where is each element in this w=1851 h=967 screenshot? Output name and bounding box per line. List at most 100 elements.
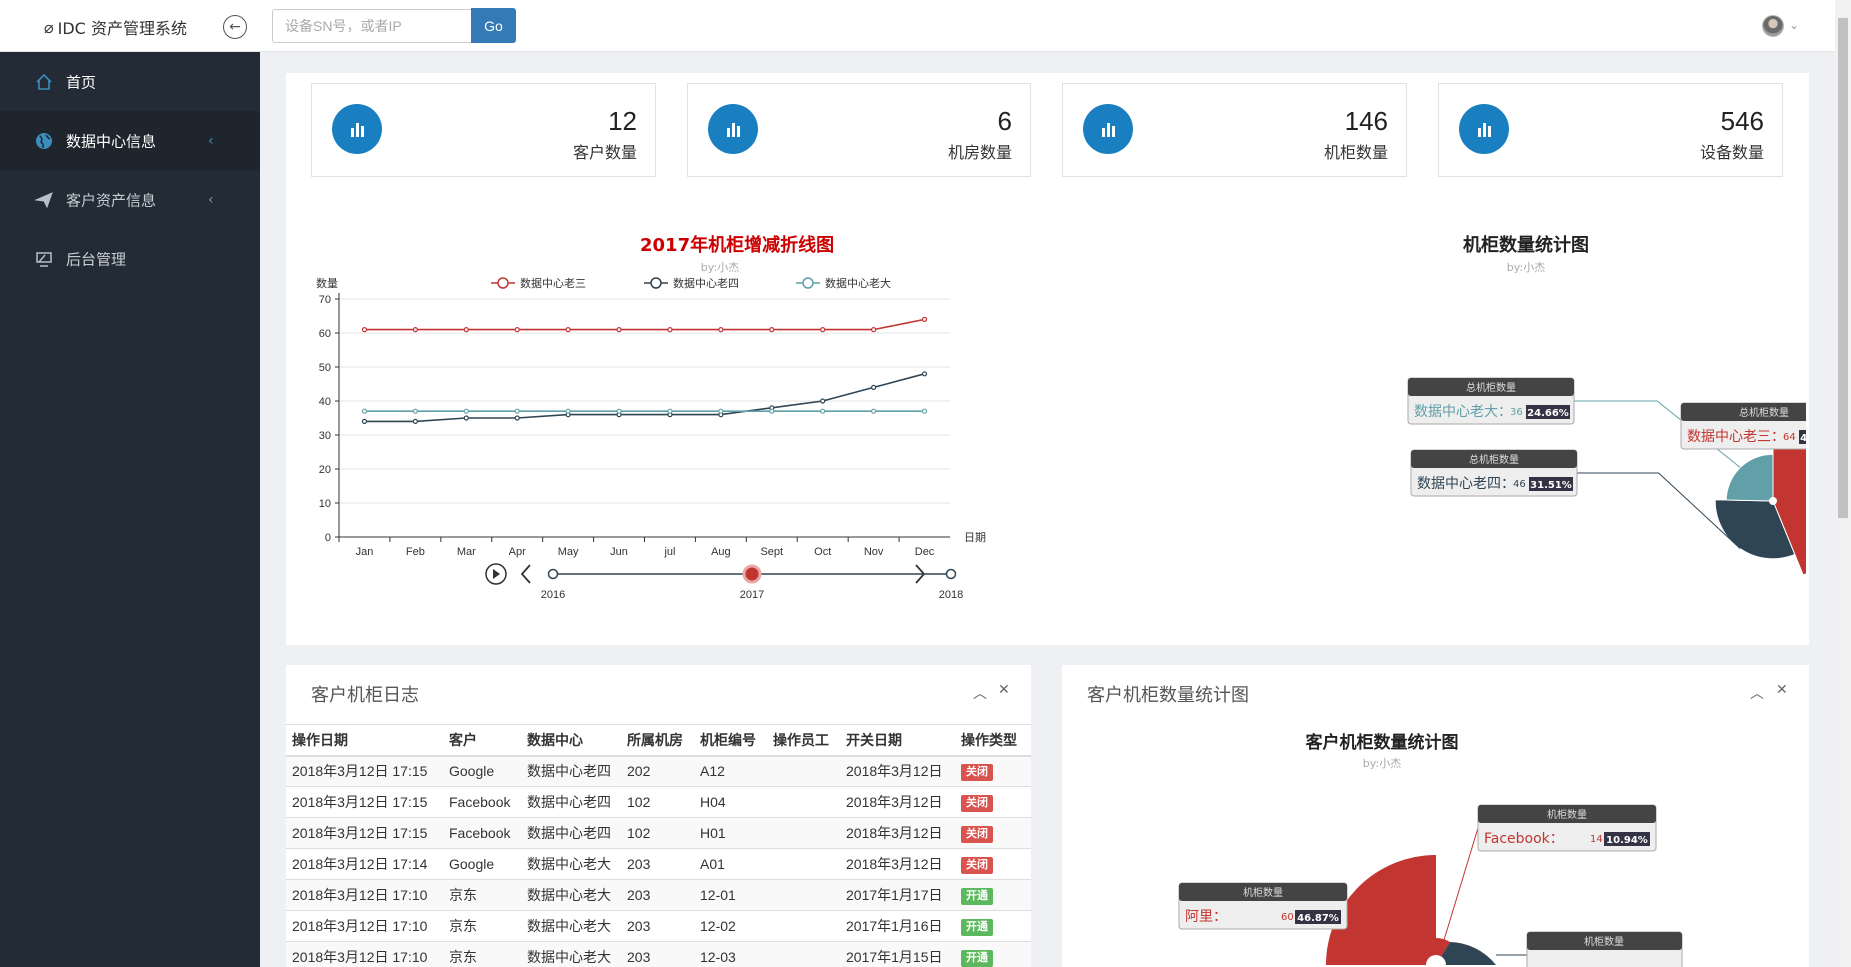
data-point[interactable] <box>921 371 928 377</box>
data-point[interactable] <box>667 408 673 414</box>
table-row[interactable]: 2018年3月12日 17:10 京东 数据中心老大 203 12-02 2017年1月1… <box>286 910 1031 942</box>
stat-label: 客户数量 <box>572 143 637 162</box>
series-line <box>364 318 925 331</box>
column-header[interactable]: 开关日期 <box>840 724 955 757</box>
page-scrollbar[interactable] <box>1835 0 1851 967</box>
legend-label[interactable]: 数据中心老四 <box>673 276 739 290</box>
timeline-label[interactable]: 2018 <box>939 589 963 601</box>
table-row[interactable]: 2018年3月12日 17:10 京东 数据中心老大 203 12-01 2017年1月1… <box>286 879 1031 911</box>
pie-slice[interactable] <box>1725 453 1774 502</box>
data-point[interactable] <box>463 415 469 421</box>
table-cell: 203 <box>621 941 694 967</box>
data-point[interactable] <box>565 326 571 333</box>
search-input[interactable] <box>272 9 471 43</box>
timeline-point[interactable] <box>547 568 559 580</box>
table-row[interactable]: 2018年3月12日 17:10 京东 数据中心老大 203 12-03 2017年1月1… <box>286 941 1031 967</box>
table-cell: 京东 <box>443 879 521 911</box>
data-point[interactable] <box>718 326 724 333</box>
data-point[interactable] <box>921 316 928 323</box>
table-cell: 2018年3月12日 17:15 <box>286 755 443 787</box>
data-point[interactable] <box>463 326 469 333</box>
bar-chart-icon <box>708 104 758 154</box>
customer-chart-title: 客户机柜数量统计图 <box>1305 733 1459 753</box>
data-point[interactable] <box>820 326 826 333</box>
x-tick-label: Dec <box>915 546 935 558</box>
column-header[interactable]: 操作日期 <box>286 724 443 757</box>
data-point[interactable] <box>616 326 622 333</box>
timeline-prev-button[interactable] <box>520 564 531 584</box>
data-point[interactable] <box>871 384 877 391</box>
search-go-button[interactable]: Go <box>471 8 516 43</box>
data-point[interactable] <box>412 408 418 414</box>
timeline-point[interactable] <box>742 564 762 584</box>
pie-center <box>1769 497 1777 505</box>
column-header[interactable]: 所属机房 <box>621 724 694 757</box>
column-header[interactable]: 操作员工 <box>767 724 840 757</box>
sidebar-toggle-button[interactable]: ← <box>223 15 247 39</box>
data-point[interactable] <box>820 398 826 404</box>
legend-marker[interactable] <box>497 277 509 289</box>
sidebar-item-label: 后台管理 <box>66 250 127 268</box>
data-point[interactable] <box>361 408 368 414</box>
sidebar-item-customer-assets[interactable]: 客户资产信息 ‹ <box>0 170 260 229</box>
legend-marker[interactable] <box>802 277 814 289</box>
brand[interactable]: ⌀ IDC 资产管理系统 <box>44 15 187 39</box>
chevron-up-icon[interactable]: ︿ <box>1750 683 1764 703</box>
sidebar-item-datacenter[interactable]: 数据中心信息 ‹ <box>0 111 260 170</box>
data-point[interactable] <box>514 408 520 414</box>
data-point[interactable] <box>514 415 520 421</box>
data-point[interactable] <box>769 326 775 333</box>
stat-value: 146 <box>1344 106 1388 136</box>
close-icon[interactable]: ✕ <box>998 682 1010 698</box>
globe-icon <box>34 131 54 151</box>
column-header[interactable]: 机柜编号 <box>694 724 767 757</box>
sidebar-item-home[interactable]: 首页 <box>0 52 260 111</box>
callout-pct: 10.94% <box>1606 835 1648 846</box>
column-header[interactable]: 客户 <box>443 724 521 757</box>
data-point[interactable] <box>412 326 418 333</box>
table-row[interactable]: 2018年3月12日 17:15 Google 数据中心老四 202 A12 2018年3… <box>286 755 1031 787</box>
data-point[interactable] <box>820 408 826 414</box>
table-row[interactable]: 2018年3月12日 17:15 Facebook 数据中心老四 102 H04 2018… <box>286 786 1031 818</box>
x-tick-label: May <box>558 546 579 558</box>
pie-chart-title: 机柜数量统计图 <box>1463 235 1589 256</box>
data-point[interactable] <box>412 418 418 424</box>
data-point[interactable] <box>361 326 368 333</box>
table-cell: H04 <box>694 786 767 818</box>
legend-marker[interactable] <box>650 277 662 289</box>
status-badge: 关闭 <box>961 794 993 812</box>
close-icon[interactable]: ✕ <box>1776 682 1788 698</box>
data-point[interactable] <box>871 408 877 414</box>
data-point[interactable] <box>616 408 622 414</box>
column-header[interactable]: 操作类型 <box>955 724 1031 757</box>
legend-label[interactable]: 数据中心老三 <box>520 276 586 290</box>
table-cell: 关闭 <box>955 848 1031 880</box>
avatar[interactable] <box>1762 15 1784 37</box>
scrollbar-thumb[interactable] <box>1838 18 1848 518</box>
table-cell: 开通 <box>955 941 1031 967</box>
data-point[interactable] <box>565 408 571 414</box>
legend-label[interactable]: 数据中心老大 <box>825 276 891 290</box>
status-badge: 关闭 <box>961 856 993 874</box>
data-point[interactable] <box>463 408 469 414</box>
data-point[interactable] <box>921 408 928 414</box>
table-row[interactable]: 2018年3月12日 17:15 Facebook 数据中心老四 102 H01 2018… <box>286 817 1031 849</box>
data-point[interactable] <box>667 326 673 333</box>
table-cell: 203 <box>621 848 694 880</box>
y-tick-label: 0 <box>325 532 331 544</box>
data-point[interactable] <box>769 408 775 414</box>
timeline-label[interactable]: 2016 <box>541 589 565 601</box>
data-point[interactable] <box>361 418 368 424</box>
data-point[interactable] <box>514 326 520 333</box>
table-cell: 数据中心老大 <box>521 879 621 911</box>
y-tick-label: 60 <box>319 328 331 340</box>
timeline-label[interactable]: 2017 <box>740 589 764 601</box>
data-point[interactable] <box>718 408 724 414</box>
data-point[interactable] <box>871 326 877 333</box>
sidebar-item-admin[interactable]: 后台管理 <box>0 229 260 288</box>
column-header[interactable]: 数据中心 <box>521 724 621 757</box>
chevron-up-icon[interactable]: ︿ <box>973 683 987 703</box>
chevron-down-icon[interactable]: ⌄ <box>1789 18 1799 32</box>
timeline-point[interactable] <box>945 568 957 580</box>
table-row[interactable]: 2018年3月12日 17:14 Google 数据中心老大 203 A01 2018年3… <box>286 848 1031 880</box>
